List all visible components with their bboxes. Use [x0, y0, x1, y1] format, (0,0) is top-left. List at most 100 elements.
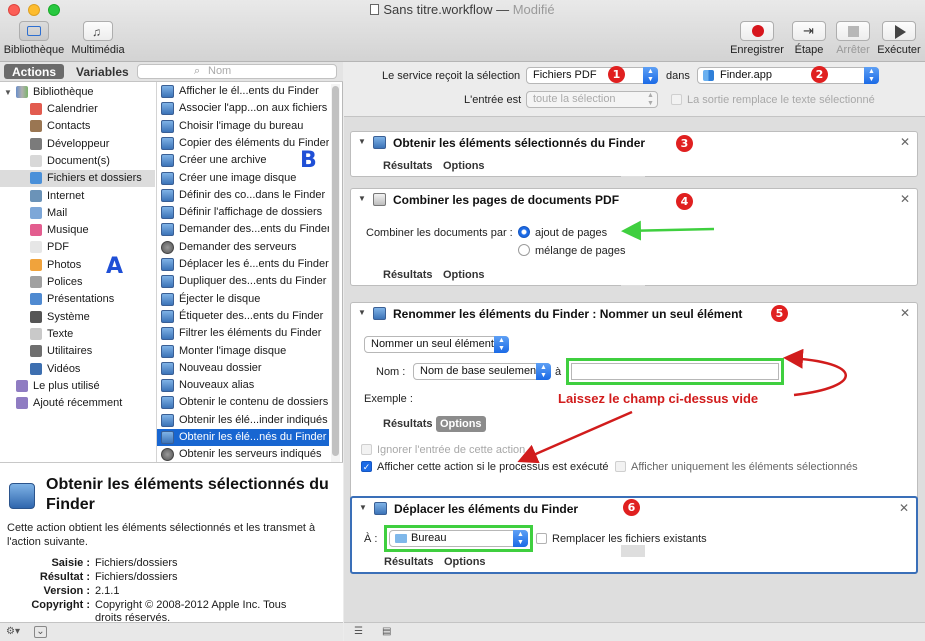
action-item[interactable]: Associer l'app...on aux fichiers [157, 100, 329, 117]
tab-options[interactable]: Options [436, 416, 486, 432]
replace-text-checkbox[interactable] [671, 94, 682, 105]
tab-results[interactable]: Résultats [379, 267, 437, 283]
search-icon: ⌕ [194, 65, 201, 77]
disclosure-triangle-icon[interactable]: ▼ [358, 194, 366, 203]
close-icon[interactable]: ✕ [900, 306, 910, 320]
show-when-run-checkbox[interactable]: ✓ [361, 461, 372, 472]
append-pages-label: ajout de pages [535, 227, 608, 239]
library-item[interactable]: Mail [0, 205, 155, 222]
tab-results[interactable]: Résultats [380, 554, 438, 570]
action-item[interactable]: Demander des...ents du Finder [157, 221, 329, 238]
tab-options[interactable]: Options [440, 554, 490, 570]
action-card-combine-pdf[interactable]: ▼ Combiner les pages de documents PDF ✕ … [350, 188, 918, 286]
stop-button[interactable]: Arrêter [833, 21, 873, 56]
close-icon[interactable]: ✕ [900, 135, 910, 149]
finder-action-icon [9, 483, 35, 509]
ignore-input-checkbox[interactable] [361, 444, 372, 455]
tab-options[interactable]: Options [439, 158, 489, 174]
name-mode-popup[interactable]: Nom de base seulement ▲ ▼ [413, 363, 551, 380]
library-item[interactable]: Photos [0, 257, 155, 274]
list-view-icon[interactable]: ☰ [354, 626, 363, 638]
tab-variables[interactable]: Variables [68, 64, 137, 79]
library-smart-item[interactable]: Le plus utilisé [0, 378, 155, 395]
library-item[interactable]: Développeur [0, 136, 155, 153]
tab-results[interactable]: Résultats [379, 158, 437, 174]
utilities-icon [30, 345, 42, 358]
show-selected-checkbox[interactable] [615, 461, 626, 472]
action-item[interactable]: Définir l'affichage de dossiers [157, 204, 329, 221]
input-scope-popup[interactable]: toute la sélection ▲ ▼ [526, 91, 658, 108]
library-item[interactable]: Calendrier [0, 101, 155, 118]
popup-arrows-icon: ▲ ▼ [864, 67, 879, 84]
service-application-popup[interactable]: Finder.app ▲ ▼ [697, 67, 879, 84]
action-item[interactable]: Définir des co...dans le Finder [157, 187, 329, 204]
library-item[interactable]: Polices [0, 274, 155, 291]
library-item[interactable]: PDF [0, 239, 155, 256]
media-button[interactable]: ♫ Multimédia [68, 21, 128, 56]
library-item[interactable]: Texte [0, 326, 155, 343]
action-list-scrollbar[interactable] [331, 84, 340, 522]
action-item[interactable]: Afficher le él...ents du Finder [157, 83, 329, 100]
disclosure-triangle-icon[interactable]: ▼ [359, 503, 367, 512]
play-icon [882, 21, 916, 41]
action-description: Obtenir les éléments sélectionnés du Fin… [0, 462, 343, 624]
scrollbar-thumb[interactable] [332, 86, 339, 456]
step-button[interactable]: ⇥ Étape [788, 21, 830, 56]
card-header: ▼ Combiner les pages de documents PDF ✕ [358, 192, 910, 207]
action-item[interactable]: Étiqueter des...ents du Finder [157, 308, 329, 325]
radio-append-pages[interactable] [518, 226, 530, 238]
server-icon [161, 448, 174, 462]
library-item[interactable]: Contacts [0, 118, 155, 135]
radio-shuffle-pages[interactable] [518, 244, 530, 256]
action-item[interactable]: Nouveaux alias [157, 377, 329, 394]
badge-3: 3 [676, 135, 693, 152]
tab-actions[interactable]: Actions [4, 64, 65, 79]
connector [621, 285, 645, 297]
tab-options[interactable]: Options [439, 267, 489, 283]
description-text: Cette action obtient les éléments sélect… [7, 522, 316, 548]
action-item[interactable]: Filtrer les éléments du Finder [157, 325, 329, 342]
rename-mode-popup[interactable]: Nommer un seul élément ▲ ▼ [364, 336, 509, 353]
library-item[interactable]: Musique [0, 222, 155, 239]
action-item[interactable]: Nouveau dossier [157, 360, 329, 377]
library-smart-item[interactable]: Ajouté récemment [0, 395, 155, 412]
action-item[interactable]: Choisir l'image du bureau [157, 118, 329, 135]
text-icon [30, 327, 42, 340]
action-item[interactable]: Monter l'image disque [157, 343, 329, 360]
library-item[interactable]: Fichiers et dossiers [0, 170, 155, 188]
run-button[interactable]: Exécuter [876, 21, 922, 56]
library-item[interactable]: Présentations [0, 291, 155, 308]
finder-action-icon [161, 119, 174, 133]
library-root[interactable]: ▼ Bibliothèque [0, 84, 155, 101]
action-card-get-selected[interactable]: ▼ Obtenir les éléments sélectionnés du F… [350, 131, 918, 177]
library-item[interactable]: Utilitaires [0, 343, 155, 360]
library-item[interactable]: Internet [0, 188, 155, 205]
collapse-description-icon[interactable]: ⌄ [34, 626, 47, 638]
popup-arrows-icon: ▲ ▼ [643, 67, 658, 84]
close-icon[interactable]: ✕ [900, 192, 910, 206]
record-icon [740, 21, 774, 41]
replace-files-checkbox[interactable] [536, 533, 547, 544]
library-item[interactable]: Document(s) [0, 153, 155, 170]
action-item[interactable]: Obtenir les élé...nés du Finder [157, 429, 329, 446]
library-item[interactable]: Vidéos [0, 361, 155, 378]
close-icon[interactable]: ✕ [899, 501, 909, 515]
gear-menu-icon[interactable]: ⚙▾ [6, 626, 20, 638]
service-input-type-popup[interactable]: Fichiers PDF ▲ ▼ [526, 67, 658, 84]
split-view-icon[interactable]: ▤ [382, 626, 391, 638]
disclosure-triangle-icon[interactable]: ▼ [358, 137, 366, 146]
record-button[interactable]: Enregistrer [729, 21, 785, 56]
library-button[interactable]: Bibliothèque [3, 21, 65, 56]
action-item[interactable]: Demander des serveurs [157, 239, 329, 256]
action-item[interactable]: Déplacer les é...ents du Finder [157, 256, 329, 273]
search-input[interactable]: ⌕ Nom [137, 64, 337, 79]
library-item[interactable]: Système [0, 309, 155, 326]
action-item[interactable]: Obtenir les serveurs indiqués [157, 446, 329, 463]
library-icon [19, 21, 49, 41]
action-item[interactable]: Éjecter le disque [157, 291, 329, 308]
action-item[interactable]: Obtenir les élé...inder indiqués [157, 412, 329, 429]
tab-results[interactable]: Résultats [379, 416, 437, 432]
disclosure-triangle-icon[interactable]: ▼ [358, 308, 366, 317]
action-item[interactable]: Dupliquer des...ents du Finder [157, 273, 329, 290]
action-item[interactable]: Obtenir le contenu de dossiers [157, 394, 329, 411]
